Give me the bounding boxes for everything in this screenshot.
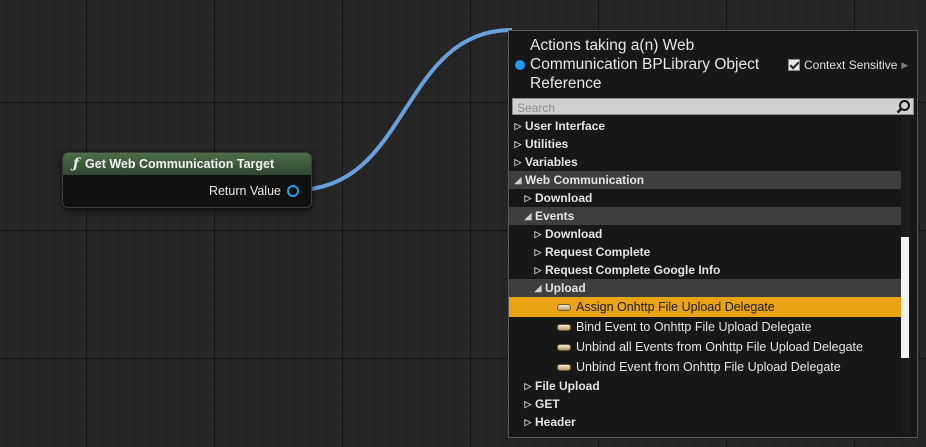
expand-arrow-icon[interactable]: ▷ xyxy=(514,121,522,132)
category-label: Variables xyxy=(525,155,578,169)
category-label: Events xyxy=(535,209,575,223)
expand-arrow-icon[interactable]: ▷ xyxy=(534,229,542,240)
expand-arrow-icon[interactable]: ▷ xyxy=(534,247,542,258)
category-label: Utilities xyxy=(525,137,569,151)
search-box[interactable] xyxy=(512,98,914,116)
category-label: File Upload xyxy=(535,379,600,393)
object-reference-icon xyxy=(515,60,525,70)
action-label: Unbind Event from Onhttp File Upload Del… xyxy=(576,360,841,374)
expand-arrow-icon[interactable]: ▷ xyxy=(534,265,542,276)
category-file-upload[interactable]: ▷ File Upload xyxy=(509,377,901,395)
action-label: Unbind all Events from Onhttp File Uploa… xyxy=(576,340,863,354)
menu-header: Actions taking a(n) Web Communication BP… xyxy=(509,31,917,97)
expand-arrow-icon[interactable]: ▷ xyxy=(524,399,532,410)
context-sensitive-checkbox[interactable] xyxy=(788,59,800,71)
collapse-arrow-icon[interactable]: ◢ xyxy=(514,175,522,186)
category-header[interactable]: ▷ Header xyxy=(509,413,901,431)
return-value-pin-row[interactable]: Return Value xyxy=(209,184,299,198)
category-label: Download xyxy=(545,227,603,241)
expand-arrow-icon[interactable]: ▷ xyxy=(514,139,522,150)
expand-arrow-icon[interactable]: ▷ xyxy=(524,417,532,428)
expand-arrow-icon[interactable]: ▷ xyxy=(524,193,532,204)
category-label: Request Complete Google Info xyxy=(545,263,721,277)
category-upload[interactable]: ◢ Upload xyxy=(509,279,901,297)
category-label: Header xyxy=(535,415,576,429)
collapse-arrow-icon[interactable]: ◢ xyxy=(524,211,532,222)
category-user-interface[interactable]: ▷ User Interface xyxy=(509,117,901,135)
action-label: Assign Onhttp File Upload Delegate xyxy=(576,300,775,314)
action-unbind-all-events-onhttp-file-upload-delegate[interactable]: Unbind all Events from Onhttp File Uploa… xyxy=(509,337,901,357)
category-label: Upload xyxy=(545,281,586,295)
category-get[interactable]: ▷ GET xyxy=(509,395,901,413)
event-dispatcher-icon xyxy=(557,323,571,331)
event-dispatcher-icon xyxy=(557,303,571,311)
event-dispatcher-icon xyxy=(557,363,571,371)
category-label: User Interface xyxy=(525,119,606,133)
function-icon: ƒ xyxy=(73,156,80,172)
node-header[interactable]: ƒ Get Web Communication Target xyxy=(63,153,311,175)
context-action-menu: Actions taking a(n) Web Communication BP… xyxy=(508,30,918,438)
category-events[interactable]: ◢ Events xyxy=(509,207,901,225)
expand-arrow-icon[interactable]: ▷ xyxy=(514,157,522,168)
category-label: GET xyxy=(535,397,560,411)
chevron-right-icon[interactable]: ▶ xyxy=(901,60,908,71)
category-request-complete-google-info[interactable]: ▷ Request Complete Google Info xyxy=(509,261,901,279)
context-sensitive-label: Context Sensitive xyxy=(804,58,898,72)
context-sensitive-toggle[interactable]: Context Sensitive ▶ xyxy=(788,58,908,72)
node-title: Get Web Communication Target xyxy=(85,157,275,171)
collapse-arrow-icon[interactable]: ◢ xyxy=(534,283,542,294)
event-dispatcher-icon xyxy=(557,343,571,351)
category-download[interactable]: ▷ Download xyxy=(509,189,901,207)
action-bind-event-onhttp-file-upload-delegate[interactable]: Bind Event to Onhttp File Upload Delegat… xyxy=(509,317,901,337)
expand-arrow-icon[interactable]: ▷ xyxy=(524,381,532,392)
category-request-complete[interactable]: ▷ Request Complete xyxy=(509,243,901,261)
category-utilities[interactable]: ▷ Utilities xyxy=(509,135,901,153)
menu-title: Actions taking a(n) Web Communication BP… xyxy=(530,37,760,92)
action-assign-onhttp-file-upload-delegate[interactable]: Assign Onhttp File Upload Delegate xyxy=(509,297,901,317)
return-value-label: Return Value xyxy=(208,184,281,198)
action-tree: ▷ User Interface ▷ Utilities ▷ Variables ◢ W… xyxy=(509,117,901,431)
category-label: Request Complete xyxy=(545,245,651,259)
output-pin-icon[interactable] xyxy=(287,185,299,197)
action-label: Bind Event to Onhttp File Upload Delegat… xyxy=(576,320,812,334)
category-label: Download xyxy=(535,191,593,205)
search-icon[interactable] xyxy=(896,99,911,114)
category-variables[interactable]: ▷ Variables xyxy=(509,153,901,171)
category-label: Web Communication xyxy=(525,173,645,187)
search-input[interactable] xyxy=(513,100,887,116)
get-web-communication-target-node[interactable]: ƒ Get Web Communication Target Return Va… xyxy=(62,152,312,208)
category-web-communication[interactable]: ◢ Web Communication xyxy=(509,171,901,189)
category-events-download[interactable]: ▷ Download xyxy=(509,225,901,243)
action-unbind-event-onhttp-file-upload-delegate[interactable]: Unbind Event from Onhttp File Upload Del… xyxy=(509,357,901,377)
scrollbar-thumb[interactable] xyxy=(901,237,909,358)
